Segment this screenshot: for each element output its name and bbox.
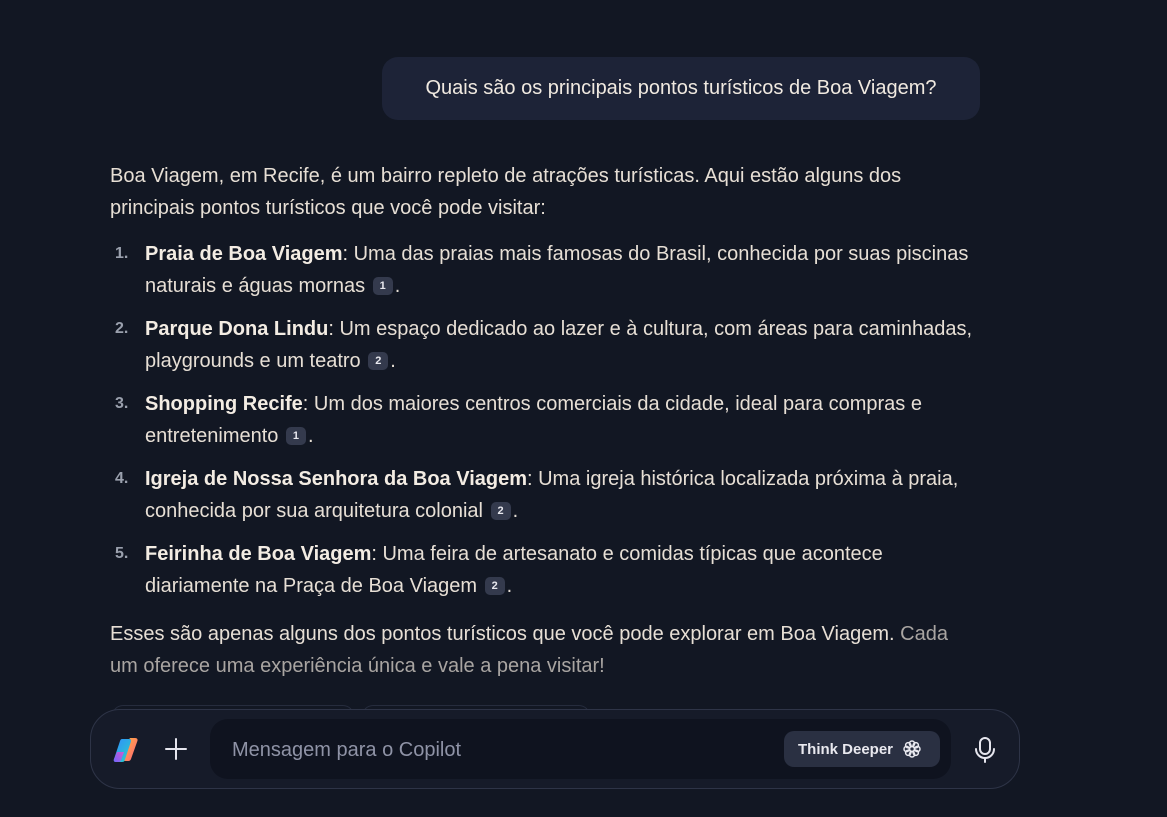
list-item: 4. Igreja de Nossa Senhora da Boa Viagem:… [110, 463, 980, 527]
list-item-number: 3. [115, 395, 129, 412]
list-item: 2. Parque Dona Lindu: Um espaço dedicado … [110, 313, 980, 377]
copilot-logo-icon[interactable] [111, 735, 141, 765]
think-deeper-icon [903, 740, 921, 758]
list-item: 5. Feirinha de Boa Viagem: Uma feira de a… [110, 538, 980, 602]
list-item-number: 1. [115, 245, 129, 262]
citation-badge[interactable]: 1 [372, 277, 393, 295]
response-outro-main: Esses são apenas alguns dos pontos turís… [110, 623, 895, 645]
message-input[interactable] [230, 719, 774, 781]
add-attachment-button[interactable] [161, 734, 191, 764]
message-input-container: Think Deeper [210, 719, 951, 781]
microphone-icon [975, 737, 995, 763]
list-item-term: Parque Dona Lindu [145, 318, 329, 340]
list-item-number: 4. [115, 470, 129, 487]
list-item-end: . [390, 350, 396, 372]
citation-badge[interactable]: 2 [484, 577, 505, 595]
list-item-term: Feirinha de Boa Viagem [145, 543, 372, 565]
copilot-chat-window: Quais são os principais pontos turístico… [0, 0, 1167, 817]
assistant-response: Boa Viagem, em Recife, é um bairro reple… [110, 160, 980, 682]
voice-input-button[interactable] [969, 734, 1001, 766]
list-item-term: Praia de Boa Viagem [145, 243, 343, 265]
list-item-end: . [512, 500, 519, 522]
citation-badge[interactable]: 1 [285, 427, 306, 445]
list-item-end: . [394, 275, 401, 297]
list-item-number: 5. [115, 545, 129, 562]
think-deeper-button[interactable]: Think Deeper [784, 731, 940, 767]
list-item: 3. Shopping Recife: Um dos maiores centro… [110, 388, 980, 452]
citation-badge[interactable]: 2 [368, 352, 389, 370]
list-item-end: . [506, 575, 513, 597]
list-item-term: Igreja de Nossa Senhora da Boa Viagem [145, 468, 527, 490]
list-item: 1. Praia de Boa Viagem: Uma das praias ma… [110, 238, 980, 302]
tourist-spots-list: 1. Praia de Boa Viagem: Uma das praias ma… [110, 238, 980, 602]
message-composer: Think Deeper [90, 709, 1020, 789]
plus-icon [165, 738, 187, 760]
user-message-text: Quais são os principais pontos turístico… [425, 77, 937, 99]
citation-badge[interactable]: 2 [490, 502, 511, 520]
list-item-term: Shopping Recife [145, 393, 303, 415]
response-intro: Boa Viagem, em Recife, é um bairro reple… [110, 165, 902, 219]
user-message-bubble: Quais são os principais pontos turístico… [382, 57, 980, 120]
list-item-number: 2. [115, 320, 129, 337]
list-item-end: . [307, 425, 314, 447]
response-outro: Esses são apenas alguns dos pontos turís… [110, 618, 980, 682]
think-deeper-label: Think Deeper [798, 740, 894, 758]
